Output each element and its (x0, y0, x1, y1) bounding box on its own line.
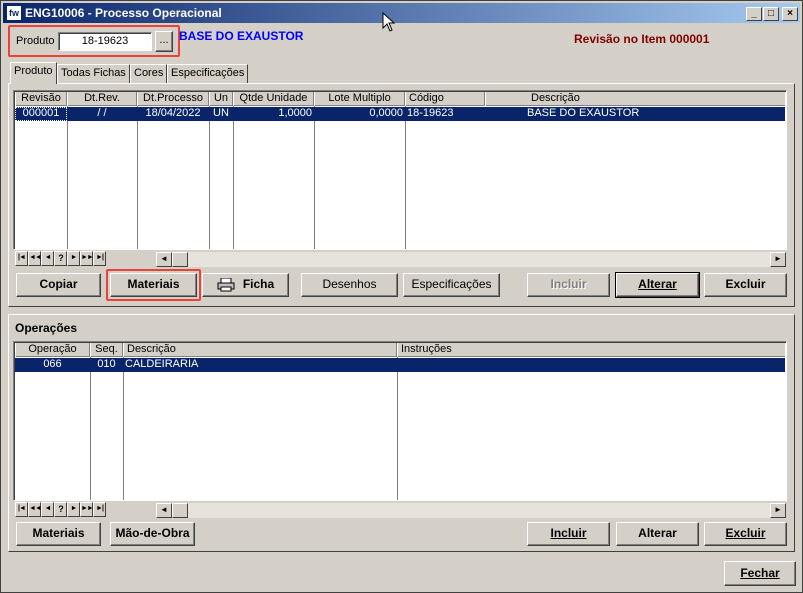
product-description: BASE DO EXAUSTOR (179, 29, 304, 43)
nav-prior-page-button[interactable]: ◄◄ (28, 502, 42, 517)
nav-first-button[interactable]: |◄ (15, 251, 28, 266)
column-header[interactable]: Dt.Processo (137, 92, 209, 106)
operations-navigator: |◄ ◄◄ ◄ ? ► ►► ►| (15, 502, 155, 518)
tab-produto[interactable]: Produto (10, 62, 57, 84)
table-row[interactable]: 000001 / / 18/04/2022 UN 1,0000 0,0000 1… (15, 107, 785, 121)
produto-input[interactable]: 18-19623 (58, 32, 152, 51)
cell-un: UN (213, 107, 229, 119)
cell-lote: 0,0000 (369, 107, 403, 119)
column-header[interactable]: Qtde Unidade (233, 92, 314, 106)
nav-prior-page-button[interactable]: ◄◄ (28, 251, 42, 266)
table-row[interactable]: 066 010 CALDEIRARIA (15, 358, 785, 372)
nav-last-button[interactable]: ►| (93, 251, 106, 266)
mao-de-obra-button[interactable]: Mão-de-Obra (110, 522, 195, 546)
op-excluir-button[interactable]: Excluir (704, 522, 787, 546)
materiais-button[interactable]: Materiais (110, 273, 197, 297)
cell-descricao: CALDEIRARIA (125, 358, 199, 370)
tab-especificacoes[interactable]: Especificações (167, 64, 248, 83)
mouse-cursor-icon (382, 12, 396, 32)
column-header[interactable]: Operação (15, 343, 90, 357)
column-divider (67, 106, 68, 249)
tab-todas-fichas[interactable]: Todas Fichas (57, 64, 130, 83)
app-icon: fw (6, 5, 22, 21)
column-header[interactable]: Seq. (90, 343, 123, 357)
desenhos-button[interactable]: Desenhos (301, 273, 398, 297)
ficha-label: Ficha (242, 277, 275, 291)
cell-codigo: 18-19623 (407, 107, 454, 119)
op-materiais-button[interactable]: Materiais (16, 522, 101, 546)
column-header[interactable]: Instruções (397, 343, 786, 357)
main-window: fw ENG10006 - Processo Operacional _ □ ×… (0, 0, 803, 593)
revision-info: Revisão no Item 000001 (574, 32, 710, 46)
cell-instrucoes (397, 358, 786, 372)
nav-search-button[interactable]: ? (54, 251, 67, 266)
produto-label: Produto (16, 35, 55, 47)
produto-lookup-button[interactable]: ... (155, 31, 173, 52)
minimize-button[interactable]: _ (746, 7, 762, 21)
column-header[interactable]: Revisão (15, 92, 67, 106)
title-bar[interactable]: fw ENG10006 - Processo Operacional _ □ × (3, 3, 800, 23)
cell-qtde: 1,0000 (278, 107, 312, 119)
window-title: ENG10006 - Processo Operacional (25, 6, 222, 20)
maximize-button[interactable]: □ (763, 7, 779, 21)
op-alterar-button[interactable]: Alterar (616, 522, 699, 546)
operacoes-title: Operações (15, 321, 78, 335)
printer-icon (217, 277, 235, 292)
revisions-navigator: |◄ ◄◄ ◄ ? ► ►► ►| (15, 251, 155, 267)
scroll-thumb[interactable] (172, 252, 188, 267)
scroll-thumb[interactable] (172, 503, 188, 518)
scroll-right-arrow-icon[interactable]: ► (770, 252, 786, 267)
column-divider (233, 106, 234, 249)
column-header[interactable]: Código (405, 92, 485, 106)
nav-last-button[interactable]: ►| (93, 502, 106, 517)
cell-dt-processo: 18/04/2022 (145, 107, 201, 119)
nav-next-button[interactable]: ► (67, 502, 80, 517)
close-button[interactable]: × (782, 7, 798, 21)
column-divider (314, 106, 315, 249)
revisions-hscrollbar[interactable]: ◄ ► (156, 251, 786, 267)
revisions-grid[interactable]: Revisão Dt.Rev. Dt.Processo Un Qtde Unid… (13, 90, 787, 250)
operations-grid-header: Operação Seq. Descrição Instruções (15, 343, 786, 357)
fechar-button[interactable]: Fechar (724, 561, 796, 586)
nav-prior-button[interactable]: ◄ (41, 502, 54, 517)
incluir-button[interactable]: Incluir (527, 273, 610, 297)
nav-prior-button[interactable]: ◄ (41, 251, 54, 266)
copiar-button[interactable]: Copiar (16, 273, 101, 297)
column-header[interactable]: Un (209, 92, 233, 106)
nav-first-button[interactable]: |◄ (15, 502, 28, 517)
scroll-left-arrow-icon[interactable]: ◄ (156, 503, 172, 518)
column-header[interactable]: Dt.Rev. (67, 92, 137, 106)
especificacoes-button[interactable]: Especificações (403, 273, 500, 297)
column-divider (137, 106, 138, 249)
cell-dt-rev: / / (97, 107, 107, 119)
column-divider (90, 357, 91, 500)
column-divider (405, 106, 406, 249)
column-divider (123, 357, 124, 500)
revisions-grid-header: Revisão Dt.Rev. Dt.Processo Un Qtde Unid… (15, 92, 786, 106)
nav-next-page-button[interactable]: ►► (80, 502, 94, 517)
column-header[interactable]: Lote Multiplo (314, 92, 405, 106)
operations-grid[interactable]: Operação Seq. Descrição Instruções 066 0… (13, 341, 787, 501)
column-divider (397, 357, 398, 500)
column-header[interactable]: Descrição (123, 343, 397, 357)
op-incluir-button[interactable]: Incluir (527, 522, 610, 546)
column-divider (209, 106, 210, 249)
column-header[interactable]: Descrição (485, 92, 786, 106)
excluir-button[interactable]: Excluir (704, 273, 787, 297)
cell-descricao: BASE DO EXAUSTOR (527, 107, 640, 119)
operations-hscrollbar[interactable]: ◄ ► (156, 502, 786, 518)
alterar-button[interactable]: Alterar (615, 272, 700, 298)
cell-seq: 010 (97, 358, 116, 370)
cell-operacao: 066 (43, 358, 62, 370)
scroll-right-arrow-icon[interactable]: ► (770, 503, 786, 518)
nav-search-button[interactable]: ? (54, 502, 67, 517)
scroll-left-arrow-icon[interactable]: ◄ (156, 252, 172, 267)
nav-next-button[interactable]: ► (67, 251, 80, 266)
ficha-button[interactable]: Ficha (202, 273, 289, 297)
cell-revisao: 000001 (22, 107, 60, 119)
nav-next-page-button[interactable]: ►► (80, 251, 94, 266)
tab-cores[interactable]: Cores (130, 64, 167, 83)
